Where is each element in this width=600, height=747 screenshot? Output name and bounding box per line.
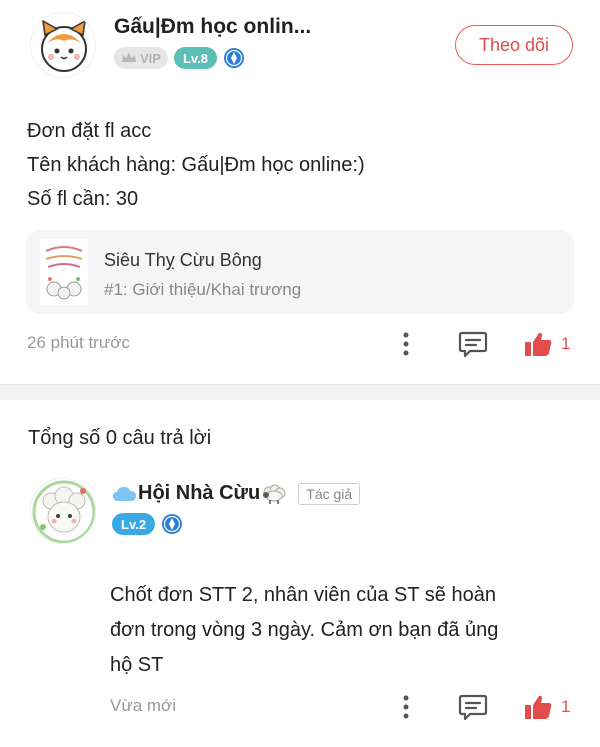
reply-badges: Lv.2 xyxy=(112,513,183,535)
reply-author-avatar[interactable] xyxy=(30,478,96,544)
author-tag: Tác giả xyxy=(298,482,361,505)
verified-icon xyxy=(162,514,183,534)
post-timestamp: 26 phút trước xyxy=(27,333,130,352)
verified-icon xyxy=(224,48,245,68)
reply-level-badge: Lv.2 xyxy=(112,513,156,535)
reply-like-count: 1 xyxy=(561,697,571,716)
post-actions: 26 phút trước 1 xyxy=(0,326,600,362)
group-name: Siêu Thỵ Cừu Bông xyxy=(104,250,262,270)
reply-name-row: Hội Nhà Cừu Tác giả xyxy=(112,482,361,505)
vip-label: VIP xyxy=(140,50,161,66)
post-like-count: 1 xyxy=(561,334,571,353)
like-icon[interactable] xyxy=(523,693,553,721)
comment-icon[interactable] xyxy=(458,693,488,721)
comment-icon[interactable] xyxy=(458,330,488,358)
vip-badge: VIP xyxy=(114,47,168,69)
author-name[interactable]: Gấu|Đm học onlin... xyxy=(114,15,311,39)
like-icon[interactable] xyxy=(523,330,553,358)
reply-line: Chốt đơn STT 2, nhân viên của ST sẽ hoàn xyxy=(110,584,496,606)
crown-icon xyxy=(122,53,136,62)
cloud-icon xyxy=(113,486,136,501)
author-badges: VIP Lv.8 xyxy=(114,47,245,69)
post-line: Đơn đặt fl acc xyxy=(27,120,152,142)
reply-author-name-wrap[interactable]: Hội Nhà Cừu xyxy=(112,482,288,505)
level-badge: Lv.8 xyxy=(173,47,218,69)
sheep-group-icon xyxy=(40,239,88,305)
more-options-icon[interactable] xyxy=(398,693,414,721)
more-options-icon[interactable] xyxy=(398,330,414,358)
post-line: Số fl cần: 30 xyxy=(27,188,139,210)
section-divider xyxy=(0,384,600,400)
reply-line: hộ ST xyxy=(110,654,164,676)
sheep-avatar-icon xyxy=(31,479,95,543)
group-topic: #1: Giới thiệu/Khai trương xyxy=(104,280,302,299)
post-body: Đơn đặt fl acc Tên khách hàng: Gấu|Đm họ… xyxy=(27,114,365,216)
reply-actions: Vừa mới 1 xyxy=(0,689,600,725)
group-thumbnail xyxy=(40,239,88,305)
reply-author-name: Hội Nhà Cừu xyxy=(138,482,261,504)
sheep-emoji-icon xyxy=(263,484,286,504)
answers-count-title: Tổng số 0 câu trả lời xyxy=(28,427,212,449)
post-header: Gấu|Đm học onlin... VIP Lv.8 Theo dõi xyxy=(0,0,600,90)
reply-timestamp: Vừa mới xyxy=(110,696,176,715)
group-card[interactable]: Siêu Thỵ Cừu Bông #1: Giới thiệu/Khai tr… xyxy=(26,230,574,314)
post-line: Tên khách hàng: Gấu|Đm học online:) xyxy=(27,154,365,176)
cat-avatar-icon xyxy=(31,13,95,77)
author-avatar[interactable] xyxy=(30,12,96,78)
reply-line: đơn trong vòng 3 ngày. Cảm ơn bạn đã ủng xyxy=(110,619,499,641)
reply-body: Chốt đơn STT 2, nhân viên của ST sẽ hoàn… xyxy=(110,578,570,683)
follow-button[interactable]: Theo dõi xyxy=(455,25,573,65)
